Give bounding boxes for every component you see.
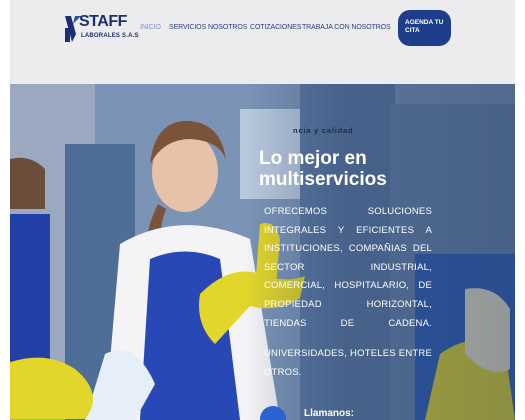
hero-paragraph-1: OFRECEMOS SOLUCIONES INTEGRALES Y EFICIE… [264,206,432,329]
cta-line2: CITA [405,27,420,34]
hero-tagline: ncia y calidad [293,126,354,135]
hero-title-line2: multiservicios [259,169,387,190]
call-label: Llamanos: [304,408,355,419]
nav-cotizaciones[interactable]: Cotizaciones [250,24,301,31]
schedule-appointment-button[interactable]: AGENDA TU CITA [398,10,451,46]
nav-inicio[interactable]: Inicio [140,24,161,31]
nav-nosotros[interactable]: Nosotros [208,24,247,31]
hero-paragraph-2: UNIVERSIDADES, HOTELES ENTRE OTROS. [264,348,432,378]
hero-section: ncia y calidad Lo mejor en multiservicio… [10,84,515,420]
hero-title-line1: Lo mejor en [259,148,367,169]
cta-line1: AGENDA TU [405,19,444,26]
nav-servicios[interactable]: Servicios [169,24,206,31]
nav-trabaja[interactable]: Trabaja con nosotros [302,24,391,31]
site-header: STAFF LABORALES S.A.S Inicio Servicios N… [10,0,515,84]
hero-title: Lo mejor en multiservicios [259,148,459,190]
